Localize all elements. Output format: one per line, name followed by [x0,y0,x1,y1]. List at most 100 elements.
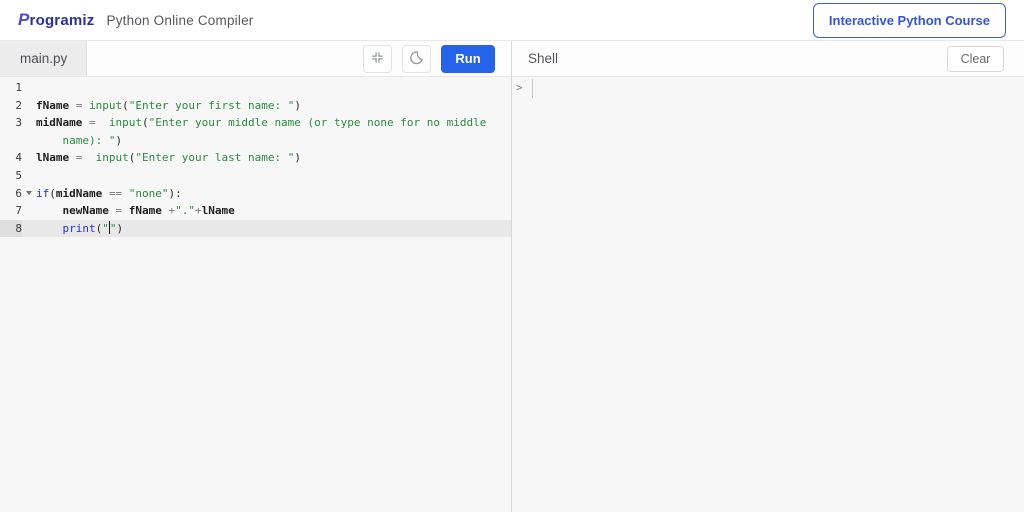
code-line-text: midName = input("Enter your middle name … [36,114,511,132]
code-line[interactable]: 3 midName = input("Enter your middle name… [0,114,511,132]
code-line[interactable]: name): ") [0,132,511,150]
code-token: "Enter your middle name (or type none fo… [148,116,487,130]
code-line[interactable]: 8 print("") [0,219,511,238]
logo-letter-p: P [18,10,30,29]
code-token: input [89,98,123,112]
code-token: " [102,221,109,235]
app-header: Programiz Python Online Compiler Interac… [0,0,1024,41]
code-line[interactable]: 7 newName = fName +"."+lName [0,202,511,220]
code-line[interactable]: 1 [0,79,511,97]
code-token: if [36,186,50,200]
line-number: 2 [15,98,22,112]
fold-gutter [22,185,36,203]
shell-output[interactable]: > [512,77,1024,512]
code-token: "." [175,204,195,218]
code-line-text: if(midName == "none"): [36,185,511,203]
code-line-text: print("") [36,220,511,238]
editor-panel: main.py Run 1 2 fName = input("Enter you… [0,41,512,512]
code-line[interactable]: 5 [0,167,511,185]
code-token: fName [128,204,162,218]
code-line[interactable]: 2 fName = input("Enter your first name: "… [0,97,511,115]
shell-panel: Shell Clear > [512,41,1024,512]
page-title: Python Online Compiler [106,12,254,28]
line-number: 8 [0,219,22,238]
fold-arrow-icon[interactable] [26,191,32,196]
code-token: == [108,186,123,200]
code-token: ) [294,98,301,112]
fold-gutter [22,149,36,167]
line-number: 1 [15,81,22,94]
programiz-logo[interactable]: Programiz [18,10,95,30]
code-line-text: newName = fName +"."+lName [36,202,511,220]
code-token: lName [36,151,70,165]
code-token: input [95,151,129,165]
code-token: " [109,221,117,235]
code-line-text: lName = input("Enter your last name: ") [36,149,511,167]
code-token: ) [116,221,124,235]
code-token: fName [36,98,70,112]
code-token: lName [201,204,235,218]
shell-prompt: > [516,81,523,94]
line-number: 3 [15,116,22,130]
code-token: ( [141,116,149,130]
run-button[interactable]: Run [441,44,495,73]
tab-label: main.py [20,51,68,66]
code-editor[interactable]: 1 2 fName = input("Enter your first name: … [0,77,511,512]
tab-main-py[interactable]: main.py [0,41,87,76]
dark-mode-moon-icon [409,50,424,68]
line-number [0,132,22,150]
code-token: ( [49,186,56,200]
collapse-button[interactable] [363,44,392,73]
line-number: 6 [15,186,22,200]
shell-prompt-row: > [516,79,1024,99]
clear-button[interactable]: Clear [947,45,1004,72]
fold-gutter [22,97,36,115]
code-token: ) [115,133,123,147]
code-token: = [88,116,96,130]
fold-gutter [22,167,36,185]
shell-caret [531,79,533,98]
code-line-text: fName = input("Enter your first name: ") [36,97,511,115]
code-token: name): " [62,133,116,147]
theme-toggle-button[interactable] [402,44,431,73]
fold-gutter [22,202,36,220]
code-line[interactable]: 6 if(midName == "none"): [0,185,511,203]
code-token: midName [36,116,83,130]
editor-toolbar: main.py Run [0,41,511,77]
code-line-text: name): ") [36,132,511,150]
code-token: ( [122,98,129,112]
split-panels: main.py Run 1 2 fName = input("Enter you… [0,41,1024,512]
interactive-course-button[interactable]: Interactive Python Course [812,2,1006,38]
fold-gutter [22,79,36,97]
code-token: + [194,204,202,218]
code-token: input [108,116,142,130]
line-number: 5 [15,168,22,182]
collapse-icon [370,50,385,68]
shell-title: Shell [528,51,559,66]
shell-header: Shell Clear [512,41,1024,77]
code-token: ): [168,186,182,200]
code-token: newName [62,204,109,218]
code-token: midName [55,186,103,200]
code-token: "Enter your last name: " [135,151,295,165]
code-token: print [62,221,96,235]
code-token: ) [294,151,301,165]
fold-gutter [22,114,36,132]
fold-gutter [22,220,36,238]
code-line[interactable]: 4 lName = input("Enter your last name: ") [0,149,511,167]
fold-gutter [22,132,36,150]
line-number: 7 [15,204,22,218]
